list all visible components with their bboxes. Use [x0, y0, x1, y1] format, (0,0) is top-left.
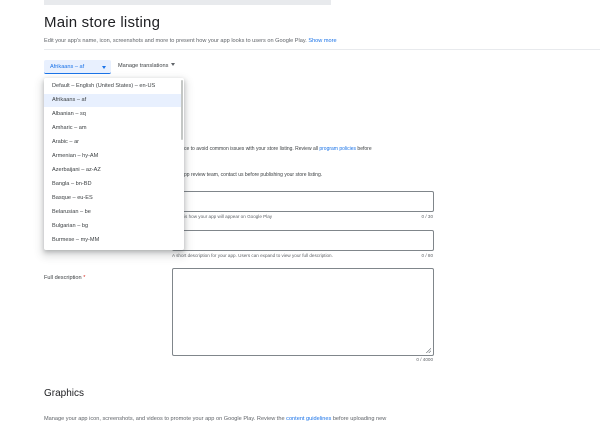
top-bar [44, 0, 331, 5]
policy-notice-text: ce to avoid common issues with your stor… [184, 146, 318, 152]
manage-translations-label: Manage translations [118, 63, 169, 69]
header-divider [44, 49, 600, 50]
app-name-counter: 0 / 30 [421, 214, 434, 219]
content-guidelines-link[interactable]: content guidelines [286, 416, 331, 422]
language-option[interactable]: Albanian – sq [44, 108, 181, 121]
app-name-input[interactable] [172, 191, 434, 212]
language-option[interactable]: Azerbaijani – az-AZ [44, 164, 181, 177]
graphics-section-title: Graphics [44, 388, 85, 399]
policy-notice-tail: before [357, 146, 372, 152]
language-option[interactable]: Arabic – ar [44, 136, 181, 149]
graphics-desc-tail: before uploading new [332, 416, 387, 422]
page-subtitle: Edit your app's name, icon, screenshots … [44, 38, 337, 44]
policy-notice: ce to avoid common issues with your stor… [184, 146, 372, 152]
language-option[interactable]: Belarusian – be [44, 206, 181, 219]
show-more-link[interactable]: Show more [308, 38, 336, 44]
graphics-desc-text: Manage your app icon, screenshots, and v… [44, 416, 285, 422]
language-option[interactable]: Basque – eu-ES [44, 192, 181, 205]
chevron-down-icon [102, 66, 106, 69]
full-description-label-text: Full description [44, 275, 82, 281]
short-description-helper: A short description for your app. Users … [172, 253, 333, 258]
manage-translations-button[interactable]: Manage translations [118, 63, 176, 69]
full-description-textarea[interactable] [172, 268, 434, 356]
language-option[interactable]: Armenian – hy-AM [44, 150, 181, 163]
short-description-counter: 0 / 80 [421, 253, 434, 258]
chevron-down-icon [171, 63, 176, 66]
language-option[interactable]: Bulgarian – bg [44, 220, 181, 233]
resize-handle-icon[interactable] [426, 348, 431, 353]
full-description-counter: 0 / 4000 [416, 357, 433, 362]
app-name-helper: is how your app will appear on Google Pl… [184, 214, 273, 219]
required-mark: * [83, 275, 86, 281]
subtitle-text: Edit your app's name, icon, screenshots … [44, 38, 307, 44]
graphics-section-desc: Manage your app icon, screenshots, and v… [44, 416, 386, 422]
program-policies-link[interactable]: program policies [319, 146, 356, 152]
short-description-input[interactable] [172, 230, 434, 251]
page-title: Main store listing [44, 14, 161, 31]
language-dropdown-menu: Default – English (United States) – en-U… [44, 78, 184, 250]
language-option-selected[interactable]: Afrikaans – af [44, 94, 181, 107]
language-option[interactable]: Bangla – bn-BD [44, 178, 181, 191]
language-option[interactable]: Burmese – my-MM [44, 234, 181, 247]
language-option[interactable]: Default – English (United States) – en-U… [44, 80, 181, 93]
language-select-button[interactable]: Afrikaans – af [44, 60, 111, 74]
full-description-label: Full description * [44, 275, 85, 281]
language-option[interactable]: Amharic – am [44, 122, 181, 135]
review-notice: pp review team, contact us before publis… [184, 172, 323, 178]
language-select-value: Afrikaans – af [50, 63, 85, 70]
